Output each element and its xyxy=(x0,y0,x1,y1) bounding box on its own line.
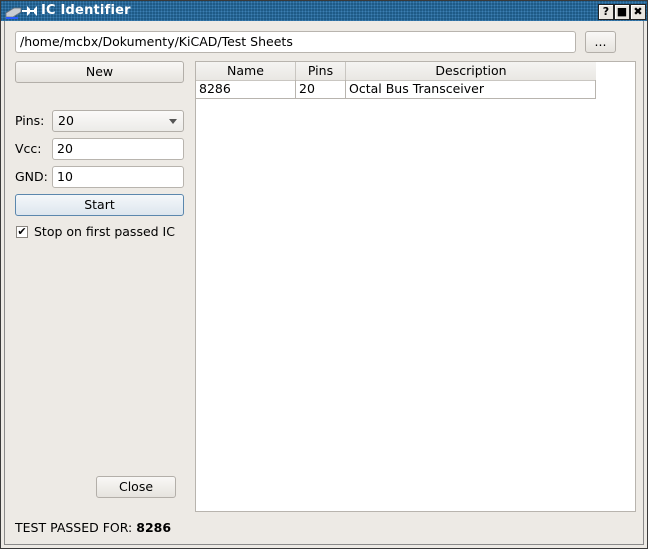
vcc-label: Vcc: xyxy=(15,141,42,156)
cell-pins: 20 xyxy=(296,80,346,98)
table-row[interactable]: 8286 20 Octal Bus Transceiver xyxy=(196,80,596,99)
column-header-description[interactable]: Description xyxy=(346,62,596,80)
gnd-input[interactable]: 10 xyxy=(52,166,184,188)
maximize-button[interactable]: ■ xyxy=(614,4,630,20)
gnd-label: GND: xyxy=(15,169,48,184)
path-input[interactable]: /home/mcbx/Dokumenty/KiCAD/Test Sheets xyxy=(15,31,576,53)
help-button[interactable]: ? xyxy=(598,4,614,20)
column-header-name[interactable]: Name xyxy=(196,62,296,80)
pins-label: Pins: xyxy=(15,113,45,128)
column-header-pins[interactable]: Pins xyxy=(296,62,346,80)
ic-identifier-window: IC Identifier ? ■ ✖ /home/mcbx/Dokumenty… xyxy=(0,0,648,549)
window-title: IC Identifier xyxy=(41,3,131,18)
pins-select-value: 20 xyxy=(58,113,74,128)
status-label: TEST PASSED FOR: xyxy=(15,520,133,535)
status-value: 8286 xyxy=(136,520,172,535)
ic-chip-icon xyxy=(5,6,37,19)
stop-on-first-label[interactable]: Stop on first passed IC xyxy=(34,224,175,239)
start-button[interactable]: Start xyxy=(15,194,184,216)
vcc-input[interactable]: 20 xyxy=(52,138,184,160)
cell-description: Octal Bus Transceiver xyxy=(346,80,596,98)
table-header: Name Pins Description xyxy=(196,62,596,81)
ic-results-table[interactable]: Name Pins Description 8286 20 Octal Bus … xyxy=(195,61,636,512)
close-button[interactable]: Close xyxy=(96,476,176,498)
chevron-down-icon xyxy=(169,119,177,124)
title-bar[interactable]: IC Identifier ? ■ ✖ xyxy=(1,1,647,21)
status-bar: TEST PASSED FOR: 8286 xyxy=(15,520,171,535)
browse-button[interactable]: ... xyxy=(585,31,616,53)
stop-on-first-checkbox[interactable]: ✔ xyxy=(16,226,28,238)
new-button[interactable]: New xyxy=(15,61,184,83)
close-window-button[interactable]: ✖ xyxy=(630,4,646,20)
pins-select[interactable]: 20 xyxy=(52,110,184,132)
cell-name: 8286 xyxy=(196,80,296,98)
